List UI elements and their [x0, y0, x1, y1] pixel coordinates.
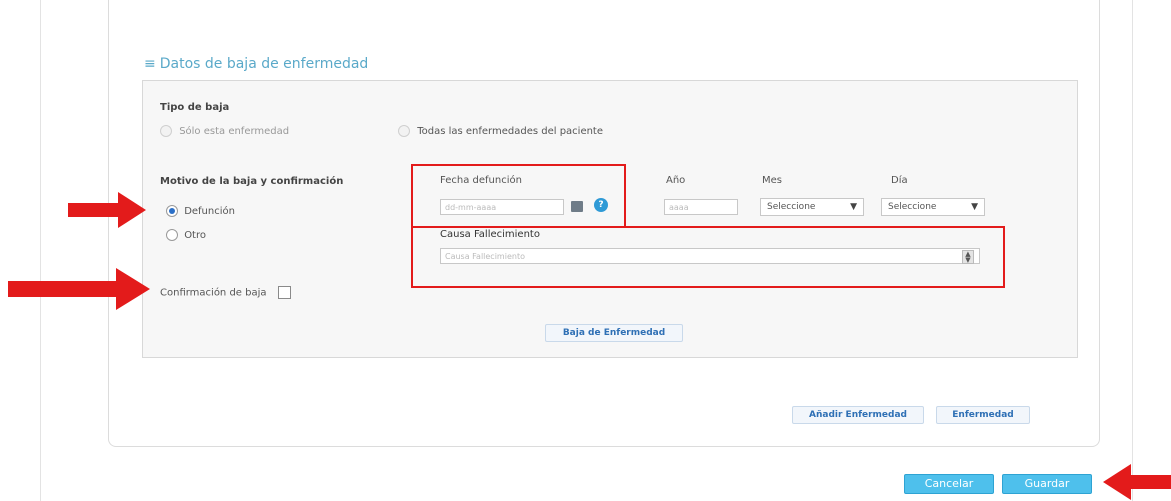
anadir-enfermedad-button[interactable]: Añadir Enfermedad: [792, 406, 924, 424]
chevron-down-icon: ▼: [850, 202, 857, 212]
dia-label: Día: [891, 175, 908, 186]
dia-select[interactable]: Seleccione ▼: [881, 198, 985, 216]
confirmacion-checkbox[interactable]: [277, 286, 291, 299]
motivo-label: Motivo de la baja y confirmación: [160, 176, 344, 187]
section-title: ≡ Datos de baja de enfermedad: [144, 56, 368, 72]
annotation-arrow-guardar-icon: [1103, 464, 1171, 500]
radio-solo-enfermedad[interactable]: Sólo esta enfermedad: [160, 125, 289, 137]
save-button[interactable]: Guardar: [1002, 474, 1092, 494]
dia-select-value: Seleccione: [888, 202, 937, 212]
mes-label: Mes: [762, 175, 782, 186]
radio-defuncion[interactable]: Defunción: [166, 205, 235, 217]
page-right-border: [1132, 0, 1133, 501]
annotation-arrow-defuncion-icon: [68, 192, 146, 228]
annotation-arrow-confirmacion-icon: [8, 268, 150, 310]
annotation-box-causa: [411, 226, 1005, 288]
radio-solo-label: Sólo esta enfermedad: [179, 126, 290, 137]
chevron-down-icon: ▼: [971, 202, 978, 212]
mes-select-value: Seleccione: [767, 202, 816, 212]
radio-todas-label: Todas las enfermedades del paciente: [417, 126, 604, 137]
annotation-box-fecha: [411, 164, 626, 228]
section-title-text: Datos de baja de enfermedad: [159, 56, 369, 72]
radio-defuncion-label: Defunción: [184, 206, 235, 217]
section-bullet-icon: ≡: [144, 56, 156, 72]
confirmacion-label: Confirmación de baja: [160, 287, 267, 299]
radio-otro-circle[interactable]: [166, 229, 178, 241]
cancel-button[interactable]: Cancelar: [904, 474, 994, 494]
mes-select[interactable]: Seleccione ▼: [760, 198, 864, 216]
baja-enfermedad-button[interactable]: Baja de Enfermedad: [545, 324, 683, 342]
enfermedad-button[interactable]: Enfermedad: [936, 406, 1030, 424]
radio-defuncion-circle[interactable]: [166, 205, 178, 217]
radio-todas-enfermedades[interactable]: Todas las enfermedades del paciente: [398, 125, 603, 137]
radio-otro-label: Otro: [184, 230, 206, 241]
confirmacion-baja: Confirmación de baja: [160, 286, 291, 299]
anio-label: Año: [666, 175, 686, 186]
radio-todas-circle[interactable]: [398, 125, 410, 137]
tipo-baja-label: Tipo de baja: [160, 102, 230, 113]
page-left-border: [40, 0, 41, 501]
radio-otro[interactable]: Otro: [166, 229, 206, 241]
anio-input[interactable]: aaaa: [664, 199, 738, 215]
radio-solo-circle[interactable]: [160, 125, 172, 137]
